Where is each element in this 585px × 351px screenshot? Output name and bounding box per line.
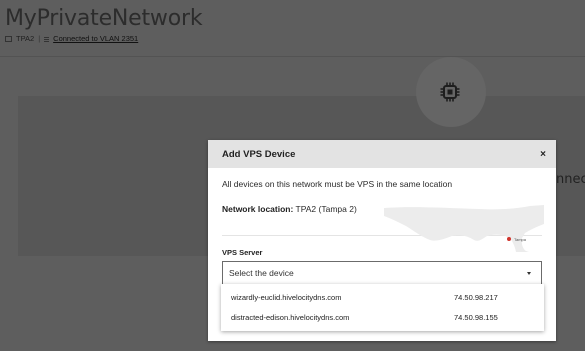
location-value: TPA2 (Tampa 2) — [295, 204, 357, 214]
header-divider — [0, 56, 585, 57]
location-label: Network location: — [222, 204, 294, 214]
option-ip: 74.50.98.155 — [454, 312, 498, 322]
network-meta: TPA2 | Connected to VLAN 2351 — [5, 34, 202, 43]
map-marker-label: Tampa — [514, 237, 527, 242]
page-header: MyPrivateNetwork TPA2 | Connected to VLA… — [5, 6, 203, 43]
modal-body: Tampa All devices on this network must b… — [208, 168, 556, 285]
select-value: Select the device — [229, 268, 294, 278]
close-icon[interactable]: × — [540, 149, 546, 160]
map-marker — [507, 237, 511, 241]
meta-separator: | — [38, 34, 41, 43]
option-hostname: wizardly-euclid.hivelocitydns.com — [231, 292, 342, 302]
page-title: MyPrivateNetwork — [5, 6, 203, 31]
vlan-link[interactable]: Connected to VLAN 2351 — [53, 34, 138, 43]
datacenter-icon — [5, 35, 12, 42]
modal-header: Add VPS Device × — [208, 140, 556, 168]
dropdown-option[interactable]: wizardly-euclid.hivelocitydns.com 74.50.… — [221, 287, 544, 307]
dropdown-option[interactable]: distracted-edison.hivelocitydns.com 74.5… — [221, 307, 544, 327]
connection-text-fragment: nnec — [556, 172, 585, 187]
vps-server-select[interactable]: Select the device — [222, 261, 542, 285]
modal-info-text: All devices on this network must be VPS … — [222, 179, 453, 189]
modal-title: Add VPS Device — [222, 148, 296, 160]
option-hostname: distracted-edison.hivelocitydns.com — [231, 312, 350, 322]
vlan-icon — [44, 35, 50, 42]
location-code: TPA2 — [16, 34, 35, 43]
chip-icon — [440, 82, 460, 102]
vps-server-dropdown: wizardly-euclid.hivelocitydns.com 74.50.… — [221, 284, 544, 331]
location-map: Tampa — [384, 205, 544, 252]
option-ip: 74.50.98.217 — [454, 292, 498, 302]
chevron-down-icon — [527, 271, 531, 275]
